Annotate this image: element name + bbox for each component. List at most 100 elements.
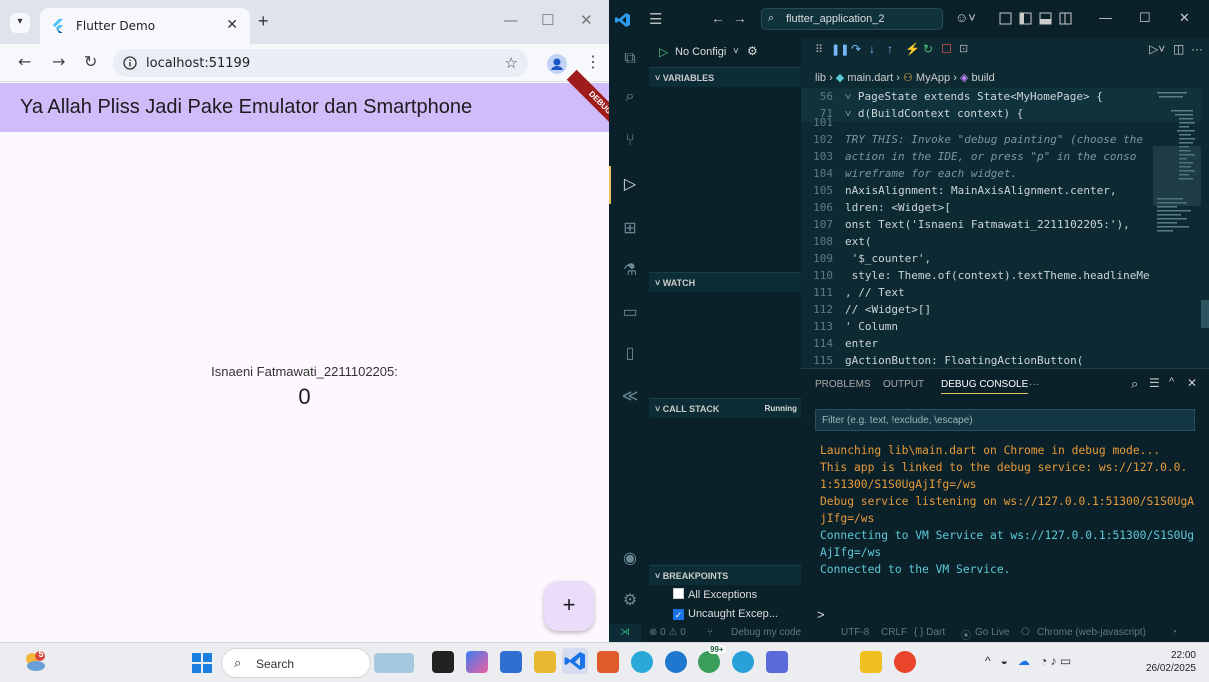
windows-start-icon[interactable] [192, 653, 212, 676]
tab-output[interactable]: OUTPUT [883, 379, 924, 390]
code-line[interactable]: 115 gActionButton: FloatingActionButton( [801, 352, 1201, 369]
profile-avatar[interactable] [547, 54, 567, 74]
edge-icon[interactable] [631, 651, 653, 673]
store-icon[interactable] [500, 651, 522, 673]
tab-close-icon[interactable]: ✕ [226, 16, 238, 33]
find-icon[interactable]: ⌕ [1131, 376, 1138, 392]
tab-flutter-demo[interactable]: Flutter Demo ✕ [40, 8, 250, 44]
variables-section-header[interactable]: ˅ VARIABLES [649, 67, 801, 87]
maximize-button[interactable]: ☐ [541, 11, 554, 29]
chevron-down-icon[interactable]: ˅ [845, 90, 858, 103]
vscode-taskbar-icon[interactable] [562, 648, 588, 674]
minimize-button[interactable]: — [503, 11, 518, 29]
explorer-icon[interactable]: ⧉ [619, 50, 641, 72]
maximize-panel-icon[interactable]: ^ [1169, 376, 1174, 388]
volume-icon[interactable]: ♪ [1051, 654, 1057, 668]
code-line[interactable]: 114 enter [801, 335, 1201, 352]
status-go-live[interactable]: Go Live [975, 627, 1009, 638]
watch-section-header[interactable]: ˅ WATCH [649, 272, 801, 292]
step-out-icon[interactable]: ↑ [887, 42, 893, 56]
address-bar[interactable]: localhost:51199 ☆ [113, 49, 528, 77]
call-stack-section-header[interactable]: ˅ CALL STACK Running [649, 398, 801, 418]
onedrive-icon[interactable]: ☁ [1018, 654, 1030, 668]
reload-icon[interactable]: ↻ [84, 52, 97, 71]
copilot-app-icon[interactable] [466, 651, 488, 673]
extensions-icon[interactable]: ⊞ [619, 218, 641, 240]
edge-canary-icon[interactable] [732, 651, 754, 673]
breakpoints-section-header[interactable]: ˅ BREAKPOINTS [649, 565, 801, 585]
increment-fab-button[interactable]: + [544, 581, 594, 631]
edge-dev-icon[interactable] [665, 651, 687, 673]
bookmark-star-icon[interactable]: ☆ [505, 54, 518, 72]
debug-settings-gear-icon[interactable]: ⚙ [747, 44, 758, 58]
checkbox-checked[interactable]: ✓ [673, 609, 684, 620]
chevron-up-icon[interactable]: ^ [985, 654, 991, 668]
code-line[interactable]: 105 nAxisAlignment: MainAxisAlignment.cen… [801, 182, 1201, 199]
tab-more[interactable]: ··· [1029, 379, 1039, 390]
checkbox[interactable] [673, 588, 684, 599]
drag-handle-icon[interactable]: ⠿ [815, 43, 823, 56]
menu-kebab-icon[interactable]: ⋮ [585, 52, 601, 72]
notifications-icon[interactable]: ◔ [1171, 627, 1177, 638]
breadcrumb-item[interactable]: lib [815, 72, 826, 84]
code-lines[interactable]: 56 ˅ PageState extends State<MyHomePage> … [801, 88, 1201, 369]
bookmark-icon[interactable]: ▯ [619, 343, 641, 365]
weather-widget-icon[interactable]: 5 [22, 649, 46, 673]
vs-maximize-button[interactable]: ☐ [1139, 10, 1151, 26]
search-sidebar-icon[interactable]: ⌕ [619, 88, 641, 110]
more-actions-icon[interactable]: ··· [1191, 42, 1203, 56]
status-eol[interactable]: CRLF [881, 627, 907, 638]
system-clock[interactable]: 22:00 26/02/2025 [1140, 649, 1196, 675]
close-window-button[interactable]: ✕ [580, 11, 593, 29]
status-device[interactable]: Chrome (web-javascript) [1037, 627, 1146, 638]
breadcrumb-item[interactable]: main.dart [847, 72, 893, 84]
status-problems[interactable]: ⊗ 0 ⚠ 0 [649, 627, 686, 638]
vs-minimize-button[interactable]: — [1099, 10, 1112, 25]
status-debug-label[interactable]: Debug my code [731, 627, 801, 638]
sticky-scroll-line[interactable]: 56 ˅ PageState extends State<MyHomePage> … [801, 88, 1201, 105]
settings-gear-icon[interactable]: ⚙ [619, 590, 641, 612]
code-line[interactable]: 113 ' Column [801, 318, 1201, 335]
postman-icon[interactable] [597, 651, 619, 673]
editor-scrollbar[interactable] [1201, 300, 1209, 328]
taskbar-search-box[interactable]: ⌕ Search [221, 648, 414, 678]
chevron-down-icon[interactable]: ˅ [845, 107, 858, 120]
command-center-search[interactable]: ⌕ flutter_application_2 [761, 8, 943, 30]
breakpoint-all-exceptions[interactable]: All Exceptions [673, 588, 757, 601]
stop-icon[interactable]: ☐ [941, 42, 952, 56]
run-config-select[interactable]: No Configi [675, 46, 726, 58]
chevron-down-icon[interactable]: ˅ [733, 46, 739, 57]
code-line[interactable]: 109 '$_counter', [801, 250, 1201, 267]
nav-arrows[interactable]: ← → [711, 10, 747, 26]
code-line[interactable]: 104 wireframe for each widget. [801, 165, 1201, 182]
breadcrumb-item[interactable]: MyApp [916, 72, 950, 84]
whatsapp-icon[interactable]: 99+ [698, 645, 726, 673]
code-line[interactable]: 107 onst Text('Isnaeni Fatmawati_22111022… [801, 216, 1201, 233]
code-line[interactable]: 111 , // Text [801, 284, 1201, 301]
status-language[interactable]: { } Dart [914, 627, 945, 638]
hot-reload-icon[interactable]: ⚡ [905, 42, 920, 56]
flutter-sidebar-icon[interactable]: ≪ [619, 386, 641, 408]
console-filter-input[interactable]: Filter (e.g. text, !exclude, \escape) [815, 409, 1195, 431]
code-line[interactable]: 108 ext( [801, 233, 1201, 250]
code-line[interactable]: 102 TRY THIS: Invoke "debug painting" (ch… [801, 131, 1201, 148]
split-editor-icon[interactable]: ◫ [1173, 42, 1184, 56]
close-panel-icon[interactable]: ✕ [1187, 376, 1197, 390]
console-prompt[interactable]: > [817, 607, 825, 622]
chrome-taskbar-icon[interactable] [894, 651, 916, 673]
tab-problems[interactable]: PROBLEMS [815, 379, 871, 390]
source-control-icon[interactable]: ⑂ [619, 132, 641, 154]
cloud-icon[interactable]: ◒ [1001, 654, 1008, 668]
wifi-icon[interactable]: ◔ [1040, 654, 1047, 668]
testing-icon[interactable]: ⚗ [619, 260, 641, 282]
step-over-icon[interactable]: ↷ [851, 42, 861, 56]
sticky-app-icon[interactable] [860, 651, 882, 673]
remote-explorer-icon[interactable]: ▭ [619, 302, 641, 324]
file-explorer-icon[interactable] [534, 651, 556, 673]
vs-close-button[interactable]: ✕ [1179, 10, 1190, 26]
minimap[interactable] [1153, 88, 1201, 368]
new-tab-button[interactable]: + [258, 11, 269, 32]
status-encoding[interactable]: UTF-8 [841, 627, 869, 638]
restart-icon[interactable]: ↻ [923, 42, 933, 56]
tab-debug-console[interactable]: DEBUG CONSOLE [941, 379, 1029, 394]
